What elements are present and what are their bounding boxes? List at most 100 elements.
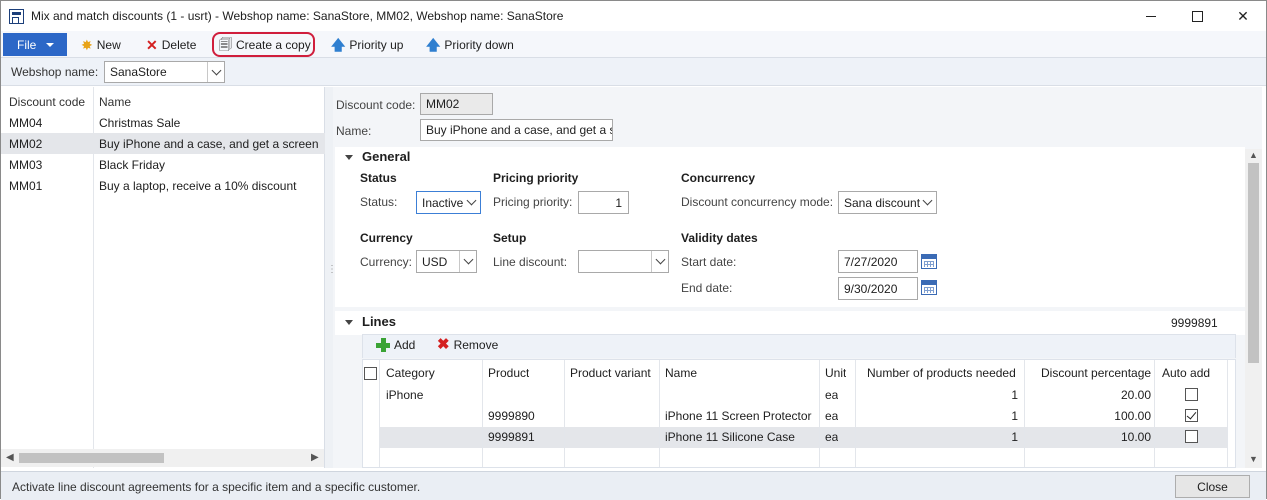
cell-products-needed[interactable]: 1: [963, 409, 1018, 423]
chevron-down-icon[interactable]: [463, 192, 480, 213]
cell-product[interactable]: 9999891: [488, 430, 535, 444]
cell-products-needed[interactable]: 1: [963, 430, 1018, 444]
cell-name[interactable]: iPhone 11 Screen Protector: [665, 409, 812, 423]
maximize-button[interactable]: [1174, 1, 1220, 31]
delete-x-icon: ✕: [146, 36, 158, 53]
scroll-thumb[interactable]: [19, 453, 164, 463]
currency-select[interactable]: USD: [416, 250, 477, 273]
cell-name[interactable]: iPhone 11 Silicone Case: [665, 430, 795, 444]
column-name[interactable]: Name: [665, 366, 697, 380]
auto-add-checkbox[interactable]: [1185, 430, 1198, 443]
cell-product[interactable]: 9999890: [488, 409, 535, 423]
cell-discount-percentage[interactable]: 100.00: [1083, 409, 1151, 423]
column-name[interactable]: Name: [99, 95, 131, 109]
list-item-code: MM02: [9, 137, 43, 151]
lines-summary: 9999891: [1171, 316, 1218, 330]
webshop-value: SanaStore: [110, 65, 167, 79]
validity-group-title: Validity dates: [681, 231, 758, 245]
status-select[interactable]: Inactive: [416, 191, 481, 214]
cell-discount-percentage[interactable]: 20.00: [1083, 388, 1151, 402]
add-label: Add: [394, 338, 416, 352]
cell-products-needed[interactable]: 1: [963, 388, 1018, 402]
column-unit[interactable]: Unit: [825, 366, 846, 380]
column-product-variant[interactable]: Product variant: [570, 366, 651, 380]
filter-bar: Webshop name: SanaStore: [1, 58, 1266, 86]
pricing-priority-label: Pricing priority:: [493, 195, 573, 209]
auto-add-checkbox-checked[interactable]: [1185, 409, 1198, 422]
scroll-down-icon[interactable]: ▼: [1249, 454, 1258, 464]
cell-discount-percentage[interactable]: 10.00: [1083, 430, 1151, 444]
close-button[interactable]: Close: [1175, 475, 1250, 498]
list-item[interactable]: MM01 Buy a laptop, receive a 10% discoun…: [1, 175, 325, 196]
cell-unit[interactable]: ea: [825, 388, 838, 402]
grid-divider: [1024, 360, 1025, 467]
close-window-button[interactable]: ✕: [1220, 1, 1266, 31]
scroll-up-icon[interactable]: ▲: [1249, 150, 1258, 160]
cell-category[interactable]: iPhone: [386, 388, 423, 402]
scroll-thumb[interactable]: [1248, 163, 1259, 363]
list-item-name: Black Friday: [99, 158, 166, 172]
remove-line-button[interactable]: ✖ Remove: [437, 337, 498, 352]
concurrency-mode-select[interactable]: Sana discount: [838, 191, 937, 214]
cell-unit[interactable]: ea: [825, 430, 838, 444]
scroll-left-icon[interactable]: ◀: [6, 452, 14, 463]
setup-group-title: Setup: [493, 231, 527, 245]
discount-code-label: Discount code:: [336, 98, 416, 112]
select-all-checkbox[interactable]: [364, 367, 377, 380]
grid-divider: [379, 360, 380, 467]
list-item[interactable]: MM04 Christmas Sale: [1, 112, 325, 133]
status-bar: Activate line discount agreements for a …: [1, 471, 1266, 500]
scroll-right-icon[interactable]: ▶: [311, 452, 319, 463]
list-item-code: MM04: [9, 116, 43, 130]
chevron-down-icon[interactable]: [919, 192, 936, 213]
webshop-filter-label: Webshop name:: [11, 65, 99, 79]
lines-toolbar: Add ✖ Remove: [362, 334, 1236, 358]
add-line-button[interactable]: Add: [376, 338, 415, 352]
chevron-down-icon[interactable]: [651, 251, 668, 272]
start-date-label: Start date:: [681, 255, 737, 269]
grid-divider: [482, 360, 483, 467]
list-item-selected[interactable]: MM02 Buy iPhone and a case, and get a sc…: [1, 133, 325, 154]
concurrency-mode-label: Discount concurrency mode:: [681, 195, 834, 209]
file-menu-button[interactable]: File: [3, 33, 67, 56]
delete-button[interactable]: ✕ Delete: [146, 34, 196, 55]
column-product[interactable]: Product: [488, 366, 529, 380]
list-item[interactable]: MM03 Black Friday: [1, 154, 325, 175]
line-discount-select[interactable]: [578, 250, 669, 273]
webshop-select[interactable]: SanaStore: [104, 61, 225, 83]
priority-up-button[interactable]: 🡅 Priority up: [331, 34, 403, 55]
column-auto-add[interactable]: Auto add: [1162, 366, 1210, 380]
arrow-up-icon: 🡅: [426, 36, 441, 53]
calendar-icon[interactable]: [921, 254, 937, 269]
list-item-code: MM01: [9, 179, 43, 193]
general-header[interactable]: General: [345, 149, 410, 164]
end-date-field[interactable]: 9/30/2020: [838, 277, 918, 300]
grid-divider: [819, 360, 820, 467]
start-date-field[interactable]: 7/27/2020: [838, 250, 918, 273]
column-products-needed[interactable]: Number of products needed: [867, 366, 1016, 380]
currency-value: USD: [422, 254, 448, 269]
new-label: New: [96, 37, 121, 52]
new-button[interactable]: ✸ New: [81, 34, 121, 55]
cell-unit[interactable]: ea: [825, 409, 838, 423]
grid-divider: [564, 360, 565, 467]
priority-down-button[interactable]: 🡅 Priority down: [426, 34, 514, 55]
chevron-down-icon[interactable]: [459, 251, 476, 272]
column-discount-code[interactable]: Discount code: [9, 95, 85, 109]
calendar-icon[interactable]: [921, 280, 937, 295]
lines-header[interactable]: Lines: [345, 314, 396, 329]
chevron-down-icon[interactable]: [207, 62, 224, 82]
column-category[interactable]: Category: [386, 366, 435, 380]
pane-splitter[interactable]: ⋮: [325, 87, 337, 468]
minimize-button[interactable]: [1128, 1, 1174, 31]
name-label: Name:: [336, 124, 372, 138]
list-horizontal-scrollbar[interactable]: ◀ ▶: [1, 449, 324, 467]
file-label: File: [17, 37, 37, 52]
column-discount-percentage[interactable]: Discount percentage: [1041, 366, 1151, 380]
pricing-priority-field[interactable]: 1: [578, 191, 629, 214]
details-vertical-scrollbar[interactable]: ▲ ▼: [1245, 149, 1262, 468]
status-value: Inactive: [422, 195, 464, 210]
auto-add-checkbox[interactable]: [1185, 388, 1198, 401]
name-field[interactable]: Buy iPhone and a case, and get a s: [420, 119, 613, 141]
grid-divider: [1227, 360, 1228, 467]
